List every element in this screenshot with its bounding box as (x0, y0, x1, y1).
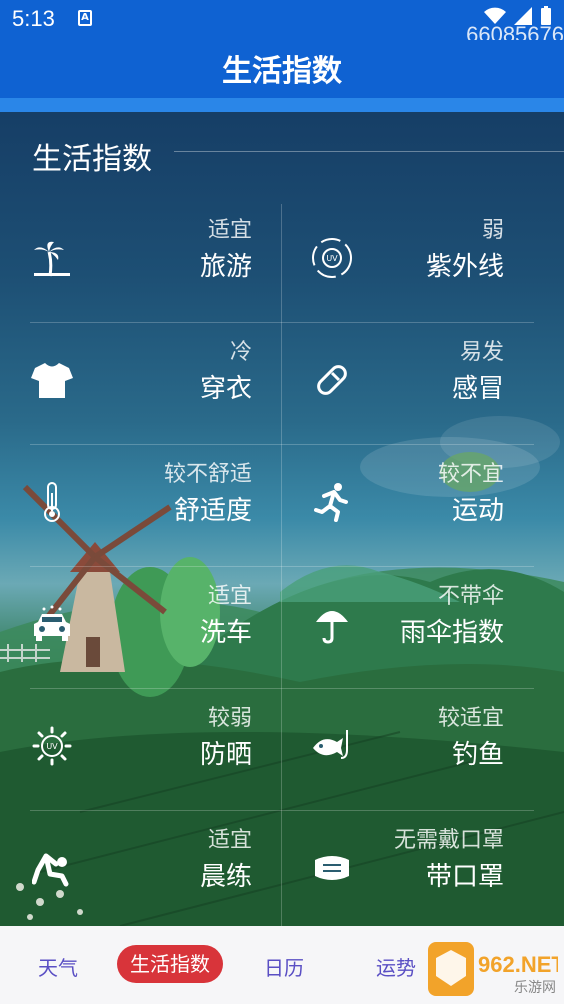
index-card-umbrella[interactable]: 不带伞 雨伞指数 (282, 570, 534, 692)
svg-text:UV: UV (326, 254, 338, 263)
index-name: 晨练 (199, 862, 252, 892)
title-bar: 生活指数 (0, 40, 564, 98)
umbrella-icon (310, 602, 354, 646)
index-name: 防晒 (199, 740, 252, 770)
site-logo: 962.NET 乐游网 (428, 942, 564, 998)
index-status: 不带伞 (437, 584, 504, 609)
page-title: 生活指数 (222, 54, 342, 89)
index-name: 洗车 (199, 618, 252, 648)
index-status: 较弱 (207, 706, 252, 731)
row-divider (30, 444, 534, 445)
index-status: 无需戴口罩 (393, 828, 504, 853)
index-card-fishing[interactable]: 较适宜 钓鱼 (282, 692, 534, 814)
palm-tree-icon (30, 236, 74, 280)
index-status: 较不舒适 (163, 462, 252, 487)
nav-tab-life-index[interactable]: 生活指数 (117, 945, 223, 983)
car-wash-icon (30, 602, 74, 646)
logo-text: 962.NET (478, 952, 558, 977)
index-card-sunscreen[interactable]: UV 较弱 防晒 (30, 692, 282, 814)
section-divider (174, 151, 564, 152)
index-status: 较不宜 (437, 462, 504, 487)
index-card-sport[interactable]: 较不宜 运动 (282, 448, 534, 570)
section-title: 生活指数 (32, 142, 152, 177)
index-status: 适宜 (207, 218, 252, 243)
mask-icon (310, 846, 354, 890)
index-card-clothing[interactable]: 冷 穿衣 (30, 326, 282, 448)
index-name: 旅游 (199, 252, 252, 282)
row-divider (30, 322, 534, 323)
index-status: 较适宜 (437, 706, 504, 731)
index-name: 钓鱼 (451, 740, 504, 770)
index-status: 弱 (481, 218, 504, 243)
index-status: 冷 (229, 340, 252, 365)
exercise-icon (30, 846, 74, 890)
index-name: 舒适度 (173, 496, 252, 526)
status-bar: 5:13 A 66085676 (0, 0, 564, 47)
pill-icon (310, 358, 354, 402)
index-name: 穿衣 (199, 374, 252, 404)
life-index-panel: 生活指数 适宜 旅游 UV 弱 紫外线 冷 穿衣 易发 感冒 较不舒适 舒适度 … (0, 112, 564, 926)
status-time: 5:13 (12, 6, 55, 31)
sun-uv-icon: UV (30, 724, 74, 768)
row-divider (30, 810, 534, 811)
bottom-nav: 天气 生活指数 日历 运势 962.NET 乐游网 (0, 926, 564, 1004)
row-divider (30, 566, 534, 567)
nav-tab-weather[interactable]: 天气 (38, 952, 78, 981)
title-strip (0, 98, 564, 112)
index-card-cold[interactable]: 易发 感冒 (282, 326, 534, 448)
index-name: 紫外线 (425, 252, 504, 282)
fishing-icon (310, 724, 354, 768)
nav-tab-fortune[interactable]: 运势 (376, 952, 416, 981)
svg-text:UV: UV (46, 742, 58, 751)
tshirt-icon (30, 358, 74, 402)
notification-a-icon: A (78, 10, 92, 26)
index-card-uv[interactable]: UV 弱 紫外线 (282, 204, 534, 326)
index-name: 带口罩 (425, 862, 504, 892)
index-card-comfort[interactable]: 较不舒适 舒适度 (30, 448, 282, 570)
index-card-mask[interactable]: 无需戴口罩 带口罩 (282, 814, 534, 926)
index-name: 运动 (451, 496, 504, 526)
index-card-morning-exercise[interactable]: 适宜 晨练 (30, 814, 282, 926)
index-card-travel[interactable]: 适宜 旅游 (30, 204, 282, 326)
index-status: 易发 (459, 340, 504, 365)
uv-icon: UV (310, 236, 354, 280)
index-status: 适宜 (207, 584, 252, 609)
nav-tab-calendar[interactable]: 日历 (264, 952, 304, 981)
index-name: 雨伞指数 (399, 618, 504, 648)
thermometer-icon (30, 480, 74, 524)
running-icon (310, 480, 354, 524)
index-card-car-wash[interactable]: 适宜 洗车 (30, 570, 282, 692)
logo-subtext: 乐游网 (514, 980, 556, 996)
index-status: 适宜 (207, 828, 252, 853)
row-divider (30, 688, 534, 689)
index-name: 感冒 (451, 374, 504, 404)
